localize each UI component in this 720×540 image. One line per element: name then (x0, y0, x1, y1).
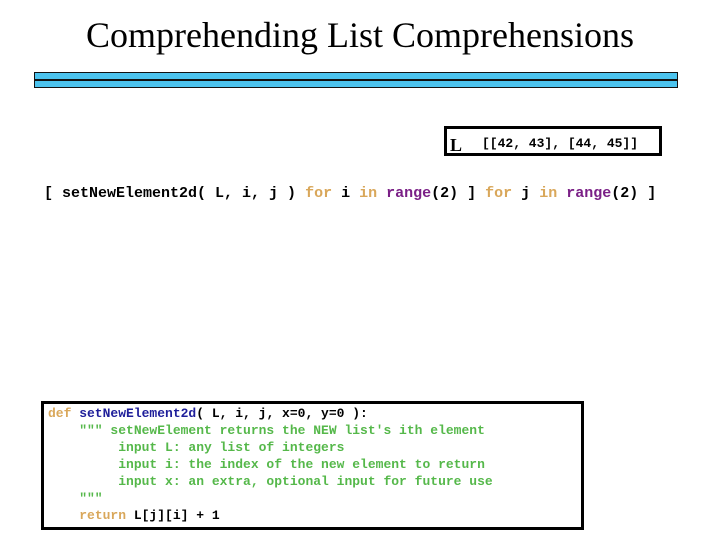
title-underline-top (34, 72, 678, 80)
return-line: return L[j][i] + 1 (48, 507, 493, 524)
comp-in-keyword: in (539, 185, 558, 202)
comp-range-arg: (2) ] (431, 185, 486, 202)
comp-range-arg: (2) ] (611, 185, 657, 202)
function-args: ( L, i, j, x=0, y=0 ): (196, 406, 368, 421)
variable-name: L (450, 135, 463, 155)
return-expression: L[j][i] + 1 (126, 508, 220, 523)
comp-for-keyword: for (485, 185, 513, 202)
comp-var-i: i (332, 185, 360, 202)
comp-range-function: range (386, 185, 432, 202)
function-code: def setNewElement2d( L, i, j, x=0, y=0 )… (48, 405, 493, 524)
comp-range-function: range (566, 185, 612, 202)
docstring-line: input x: an extra, optional input for fu… (48, 474, 493, 489)
comp-space (557, 185, 566, 202)
docstring-line: input L: any list of integers (48, 440, 345, 455)
comp-for-keyword: for (305, 185, 333, 202)
docstring-line: input i: the index of the new element to… (48, 457, 485, 472)
title-underline-bottom (34, 80, 678, 88)
function-name: setNewElement2d (71, 406, 197, 421)
slide-title: Comprehending List Comprehensions (86, 15, 634, 55)
comp-open: [ (44, 185, 63, 202)
list-comprehension: [ setNewElement2d( L, i, j ) for i in ra… (44, 185, 656, 202)
return-keyword: return (79, 508, 127, 523)
return-indent (48, 508, 79, 523)
def-keyword: def (48, 406, 72, 421)
docstring-line: """ setNewElement returns the NEW list's… (48, 423, 485, 438)
docstring-line: """ (48, 491, 103, 506)
def-line: def setNewElement2d( L, i, j, x=0, y=0 )… (48, 405, 493, 422)
variable-value: [[42, 43], [44, 45]] (482, 136, 639, 151)
comp-var-j: j (512, 185, 540, 202)
comp-space (377, 185, 386, 202)
comp-in-keyword: in (359, 185, 378, 202)
comp-call: setNewElement2d( L, i, j ) (62, 185, 306, 202)
